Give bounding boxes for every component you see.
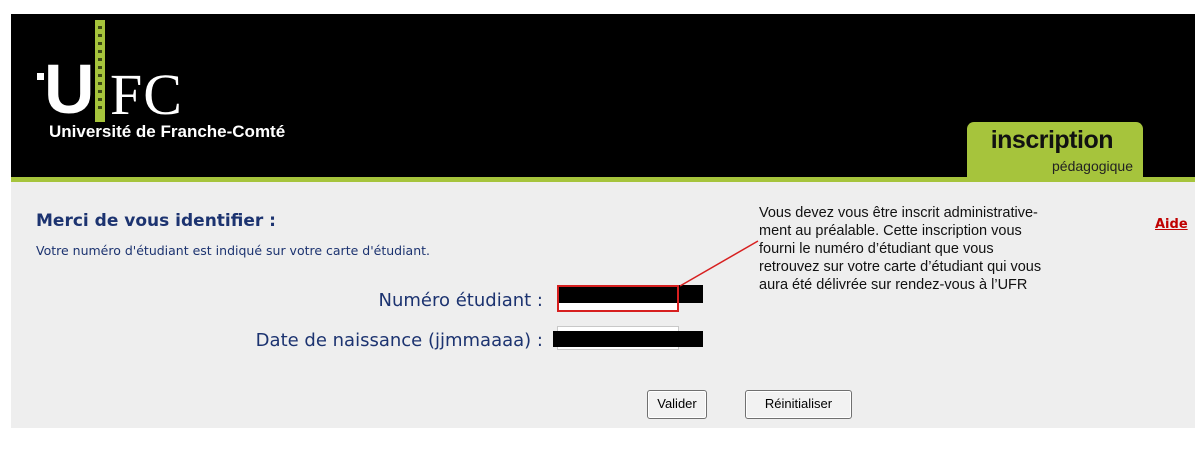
annotation-connector-line xyxy=(679,240,759,287)
